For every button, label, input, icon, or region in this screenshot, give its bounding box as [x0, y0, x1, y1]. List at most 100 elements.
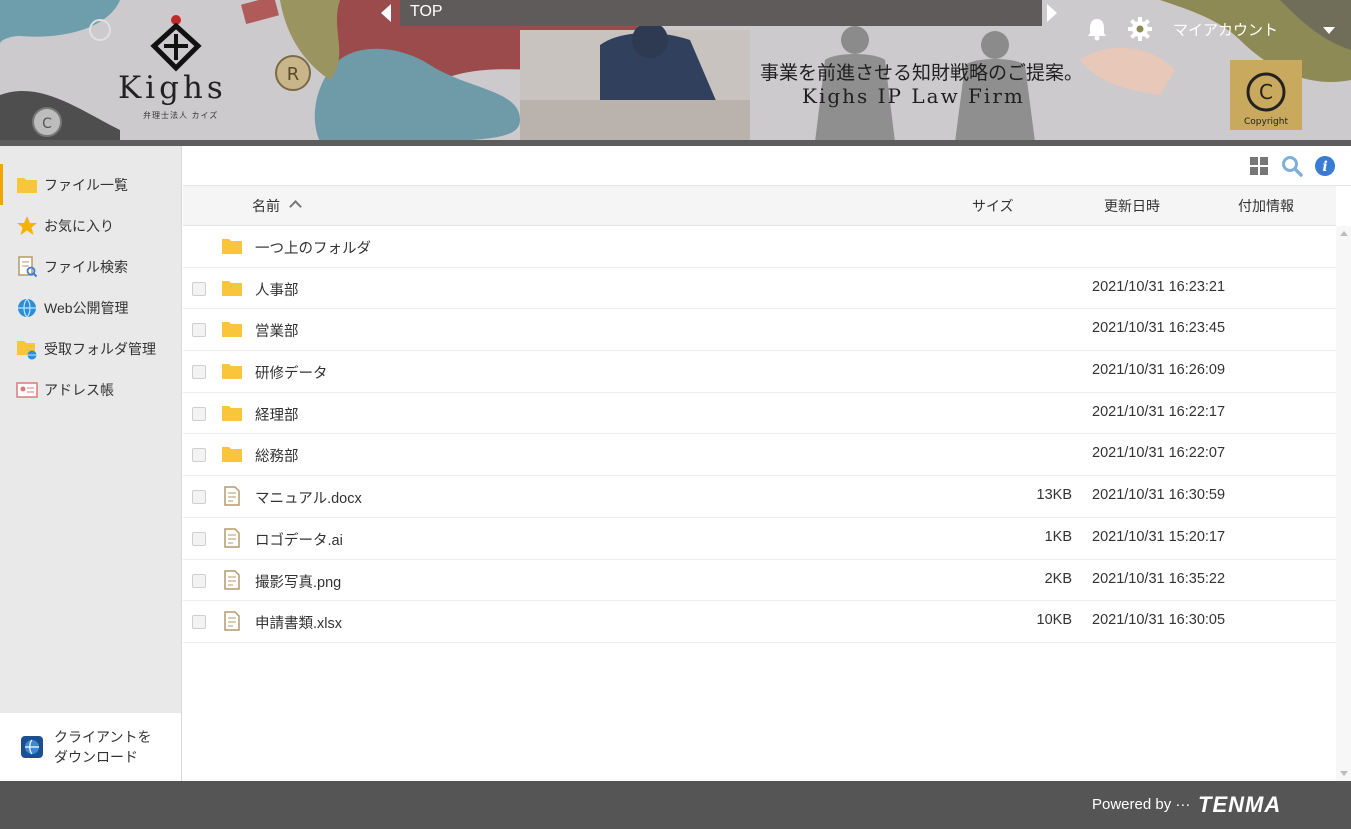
toolbar: i: [183, 146, 1351, 186]
file-name[interactable]: 研修データ: [255, 362, 328, 383]
sidebar-nav: ファイル一覧 お気に入り ファイル検索 Web公開管理 受取フォルダ管理 アドレ…: [0, 146, 181, 410]
row-checkbox[interactable]: [192, 448, 206, 463]
bell-icon[interactable]: [1086, 17, 1108, 41]
sidebar-item-favorites[interactable]: お気に入り: [0, 205, 181, 246]
file-search-icon: [18, 255, 38, 277]
sidebar-item-file-list[interactable]: ファイル一覧: [0, 164, 181, 205]
file-modified-date: 2021/10/31 16:30:59: [1092, 487, 1226, 504]
folder-icon: [222, 447, 242, 463]
row-checkbox[interactable]: [192, 490, 206, 505]
grid-view-icon[interactable]: [1248, 155, 1270, 177]
row-checkbox[interactable]: [192, 573, 206, 588]
table-row[interactable]: 人事部 2021/10/31 16:23:21: [183, 268, 1336, 310]
row-checkbox[interactable]: [192, 615, 206, 630]
col-size-header[interactable]: サイズ: [972, 196, 1014, 216]
logo-text: Kighs: [118, 70, 227, 106]
sidebar-item-inbox-folder[interactable]: 受取フォルダ管理: [0, 328, 181, 369]
sidebar-item-label: Web公開管理: [44, 299, 129, 316]
file-modified-date: 2021/10/31 15:20:17: [1092, 528, 1226, 545]
table-row[interactable]: 営業部 2021/10/31 16:23:45: [183, 309, 1336, 352]
parent-folder-label: 一つ上のフォルダ: [255, 241, 371, 257]
table-row[interactable]: 撮影写真.png 2KB 2021/10/31 16:35:22: [183, 560, 1336, 602]
file-name[interactable]: 営業部: [255, 320, 299, 341]
row-checkbox[interactable]: [192, 531, 206, 546]
file-modified-date: 2021/10/31 16:23:45: [1092, 320, 1226, 337]
tenma-logo: TENMA: [1198, 792, 1282, 817]
client-download-button[interactable]: クライアントを ダウンロード: [0, 713, 181, 781]
file-name[interactable]: 申請書類.xlsx: [255, 612, 342, 633]
sidebar-item-file-search[interactable]: ファイル検索: [0, 246, 181, 287]
file-name[interactable]: 撮影写真.png: [255, 571, 341, 592]
file-size: 2KB: [1044, 570, 1072, 587]
parent-folder-row[interactable]: 一つ上のフォルダ: [183, 226, 1336, 268]
sidebar-item-address-book[interactable]: アドレス帳: [0, 369, 181, 410]
vertical-scrollbar[interactable]: [1336, 226, 1351, 781]
breadcrumb-next-arrow-icon[interactable]: [1047, 4, 1057, 22]
scroll-down-icon[interactable]: [1340, 771, 1348, 776]
document-icon: [224, 569, 240, 590]
star-icon: [17, 215, 37, 235]
scroll-up-icon[interactable]: [1340, 231, 1348, 236]
folder-icon: [222, 239, 242, 254]
table-row[interactable]: 総務部 2021/10/31 16:22:07: [183, 434, 1336, 477]
footer: Powered by ··· TENMA: [0, 781, 1351, 829]
inbox-folder-icon: [17, 340, 37, 359]
row-checkbox[interactable]: [192, 406, 206, 421]
sidebar-item-label: ファイル一覧: [44, 176, 128, 193]
document-icon: [224, 486, 240, 506]
powered-by-label: Powered by ···: [1092, 796, 1191, 813]
document-icon: [224, 611, 240, 631]
file-modified-date: 2021/10/31 16:22:17: [1092, 403, 1226, 420]
search-icon[interactable]: [1281, 155, 1303, 177]
table-row[interactable]: ロゴデータ.ai 1KB 2021/10/31 15:20:17: [183, 518, 1336, 560]
file-modified-date: 2021/10/31 16:22:07: [1092, 445, 1226, 462]
file-modified-date: 2021/10/31 16:35:22: [1092, 570, 1226, 587]
file-size: 1KB: [1044, 528, 1072, 545]
file-modified-date: 2021/10/31 16:26:09: [1092, 362, 1226, 379]
banner-tagline: 事業を前進させる知財戦略のご提案。: [760, 62, 1084, 84]
file-table: 一つ上のフォルダ 人事部 2021/10/31 16:23:21 営業部 2021/1…: [183, 226, 1336, 643]
svg-text:C: C: [42, 116, 52, 132]
file-name[interactable]: 経理部: [255, 404, 299, 425]
folder-icon: [222, 405, 242, 421]
globe-icon: [18, 297, 36, 318]
chevron-down-icon[interactable]: [1323, 27, 1335, 34]
file-name[interactable]: 人事部: [255, 279, 299, 300]
client-app-icon: [21, 736, 43, 758]
sidebar-item-label: アドレス帳: [44, 381, 114, 398]
row-checkbox[interactable]: [192, 281, 206, 296]
svg-text:Copyright: Copyright: [1244, 117, 1288, 127]
breadcrumb-prev-arrow-icon[interactable]: [381, 4, 391, 22]
table-row[interactable]: 経理部 2021/10/31 16:22:17: [183, 393, 1336, 435]
sidebar: ファイル一覧 お気に入り ファイル検索 Web公開管理 受取フォルダ管理 アドレ…: [0, 146, 182, 781]
col-modified-header[interactable]: 更新日時: [1104, 196, 1160, 216]
row-checkbox[interactable]: [192, 365, 206, 380]
header-banner: C Copyright R C Kighs 弁理士法人 カイズ 事業を前進させる…: [0, 0, 1351, 142]
breadcrumb-current[interactable]: TOP: [410, 3, 443, 21]
table-row[interactable]: 申請書類.xlsx 10KB 2021/10/31 16:30:05: [183, 601, 1336, 643]
row-checkbox[interactable]: [192, 323, 206, 338]
my-account-menu[interactable]: マイアカウント: [1173, 19, 1278, 40]
client-download-label: クライアントを ダウンロード: [54, 729, 152, 765]
sort-ascending-icon[interactable]: [289, 200, 302, 213]
sidebar-item-web-publish[interactable]: Web公開管理: [0, 287, 181, 328]
file-name[interactable]: 総務部: [255, 445, 299, 466]
file-modified-date: 2021/10/31 16:23:21: [1092, 278, 1226, 295]
col-info-header[interactable]: 付加情報: [1238, 196, 1294, 216]
sidebar-item-label: お気に入り: [44, 217, 114, 234]
table-row[interactable]: 研修データ 2021/10/31 16:26:09: [183, 351, 1336, 393]
banner-firm-name: Kighs IP Law Firm: [802, 84, 1025, 108]
gear-icon[interactable]: [1128, 17, 1152, 41]
col-name-header[interactable]: 名前: [252, 196, 280, 216]
logo-subtitle: 弁理士法人 カイズ: [143, 111, 219, 120]
file-list-panel: i 名前 サイズ 更新日時 付加情報 一つ上のフォルダ 人事部 2021/10/3…: [183, 146, 1351, 781]
file-name[interactable]: ロゴデータ.ai: [255, 529, 343, 550]
folder-icon: [17, 177, 37, 193]
info-icon[interactable]: i: [1314, 155, 1336, 177]
table-header: 名前 サイズ 更新日時 付加情報: [183, 186, 1336, 226]
folder-icon: [222, 322, 242, 338]
svg-text:R: R: [287, 64, 300, 85]
file-name[interactable]: マニュアル.docx: [255, 487, 362, 508]
file-size: 13KB: [1036, 487, 1072, 504]
table-row[interactable]: マニュアル.docx 13KB 2021/10/31 16:30:59: [183, 476, 1336, 518]
